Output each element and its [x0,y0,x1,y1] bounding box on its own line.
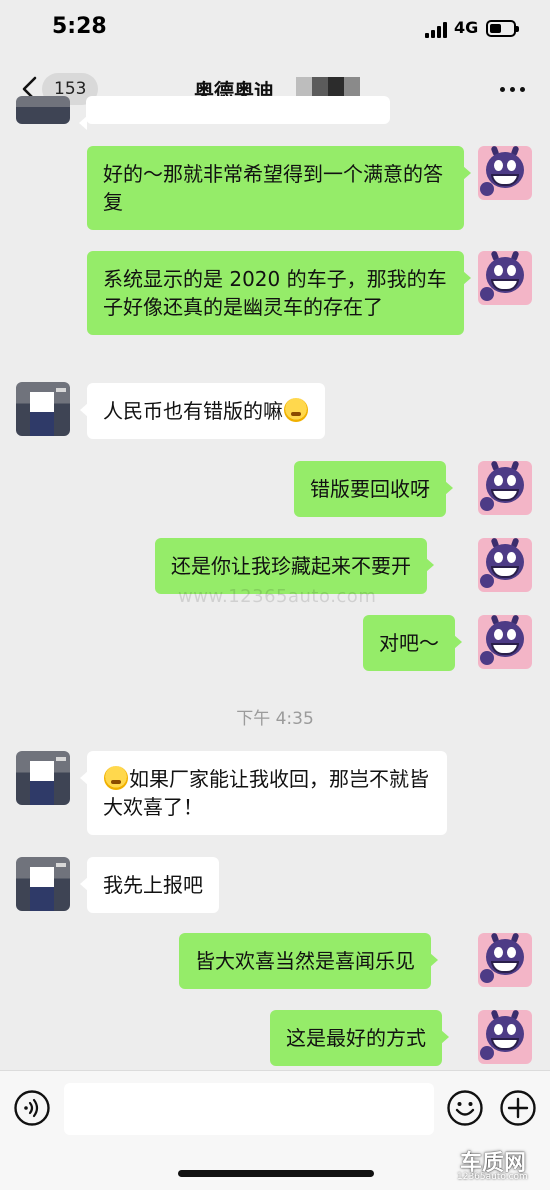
message-text: 对吧～ [379,631,439,655]
message-text: 人民币也有错版的嘛 [103,399,283,423]
message-bubble-other[interactable]: 人民币也有错版的嘛 [80,383,325,439]
message-bubble-other[interactable]: 我先上报吧 [80,857,219,913]
message-text: 还是你让我珍藏起来不要开 [171,554,411,578]
status-bar: 5:28 4G [0,0,550,58]
laughing-crying-emoji-icon [104,766,128,790]
message-text: 如果厂家能让我收回，那岂不就皆大欢喜了！ [103,767,429,819]
more-options-icon[interactable] [500,87,526,93]
network-type: 4G [454,18,479,37]
message-text: 我先上报吧 [103,873,203,897]
my-avatar[interactable] [478,538,532,592]
message-bubble-self[interactable]: 皆大欢喜当然是喜闻乐见 [179,933,438,989]
my-avatar[interactable] [478,461,532,515]
watermark: www.12365auto.com [178,586,377,607]
my-avatar[interactable] [478,251,532,305]
my-avatar[interactable] [478,615,532,669]
partial-message-bubble [79,96,390,130]
battery-icon [486,20,519,37]
message-input[interactable] [64,1083,434,1135]
contact-avatar[interactable] [16,751,70,805]
laughing-crying-emoji-icon [284,398,308,422]
my-avatar[interactable] [478,146,532,200]
message-text: 这是最好的方式 [286,1026,426,1050]
my-avatar[interactable] [478,1010,532,1064]
my-avatar[interactable] [478,933,532,987]
message-bubble-self[interactable]: 系统显示的是 2020 的车子，那我的车子好像还真的是幽灵车的存在了 [87,251,471,335]
contact-avatar[interactable] [16,96,70,124]
site-logo-url: 12365auto.com [457,1172,528,1182]
smiley-icon[interactable] [447,1090,483,1126]
message-bubble-self[interactable]: 错版要回收呀 [294,461,453,517]
voice-icon[interactable] [14,1090,50,1126]
message-text: 好的～那就非常希望得到一个满意的答复 [103,162,443,214]
message-bubble-self[interactable]: 对吧～ [363,615,462,671]
contact-avatar[interactable] [16,382,70,436]
message-timestamp: 下午 4:35 [236,709,314,729]
message-text: 错版要回收呀 [310,477,430,501]
home-indicator [178,1170,374,1177]
signal-icon [425,22,447,38]
contact-avatar[interactable] [16,857,70,911]
message-bubble-other[interactable]: 如果厂家能让我收回，那岂不就皆大欢喜了！ [80,751,447,835]
message-bubble-self[interactable]: 好的～那就非常希望得到一个满意的答复 [87,146,471,230]
message-text: 系统显示的是 2020 的车子，那我的车子好像还真的是幽灵车的存在了 [103,267,447,319]
plus-icon[interactable] [500,1090,536,1126]
message-text: 皆大欢喜当然是喜闻乐见 [195,949,415,973]
message-bubble-self[interactable]: 这是最好的方式 [270,1010,449,1066]
status-time: 5:28 [52,14,107,39]
